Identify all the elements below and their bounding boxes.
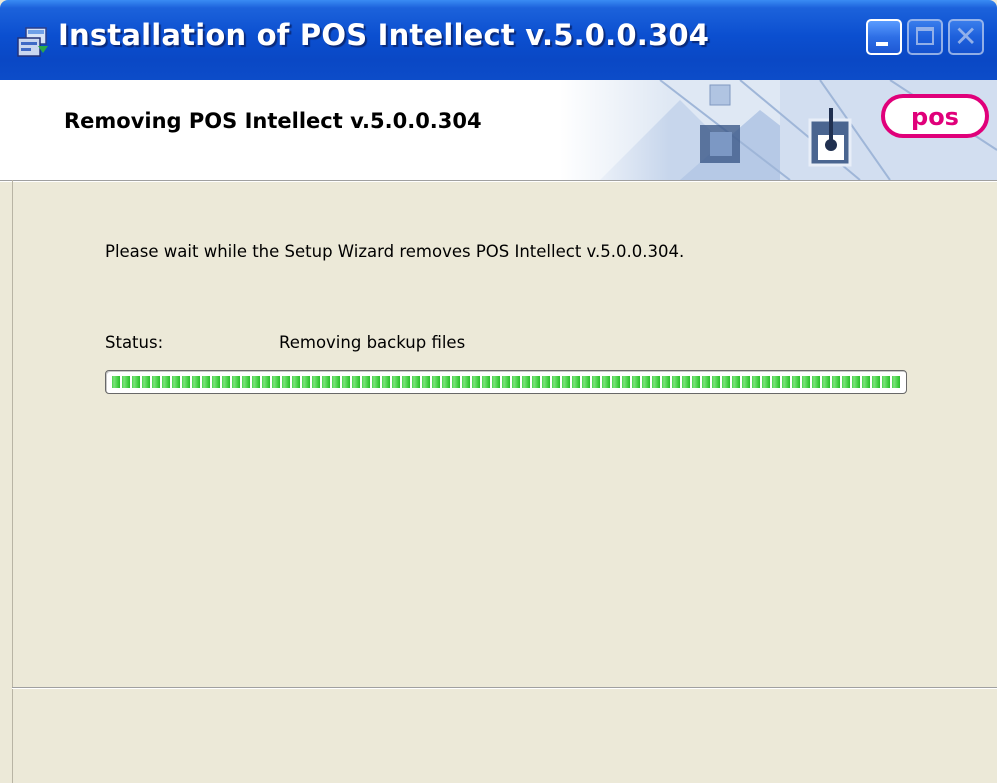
status-value: Removing backup files xyxy=(279,333,466,352)
page-title: Removing POS Intellect v.5.0.0.304 xyxy=(64,109,482,133)
header-divider-highlight xyxy=(0,181,997,182)
maximize-icon xyxy=(916,27,934,45)
installer-icon xyxy=(17,27,48,57)
header-banner-image: pos xyxy=(560,80,997,180)
minimize-button[interactable] xyxy=(866,19,902,55)
window-title: Installation of POS Intellect v.5.0.0.30… xyxy=(58,18,710,52)
wizard-header: Removing POS Intellect v.5.0.0.304 pos xyxy=(0,80,997,180)
footer-divider-highlight xyxy=(12,688,997,689)
progress-bar xyxy=(105,370,907,394)
close-button[interactable]: ✕ xyxy=(948,19,984,55)
status-label: Status: xyxy=(105,333,164,352)
description-text: Please wait while the Setup Wizard remov… xyxy=(105,242,685,261)
left-border xyxy=(12,180,13,783)
maximize-button[interactable] xyxy=(907,19,943,55)
progress-fill xyxy=(112,376,900,388)
title-bar[interactable]: Installation of POS Intellect v.5.0.0.30… xyxy=(0,0,997,80)
minimize-icon xyxy=(876,42,888,46)
pos-logo-text: pos xyxy=(911,103,959,131)
close-icon: ✕ xyxy=(954,20,978,53)
